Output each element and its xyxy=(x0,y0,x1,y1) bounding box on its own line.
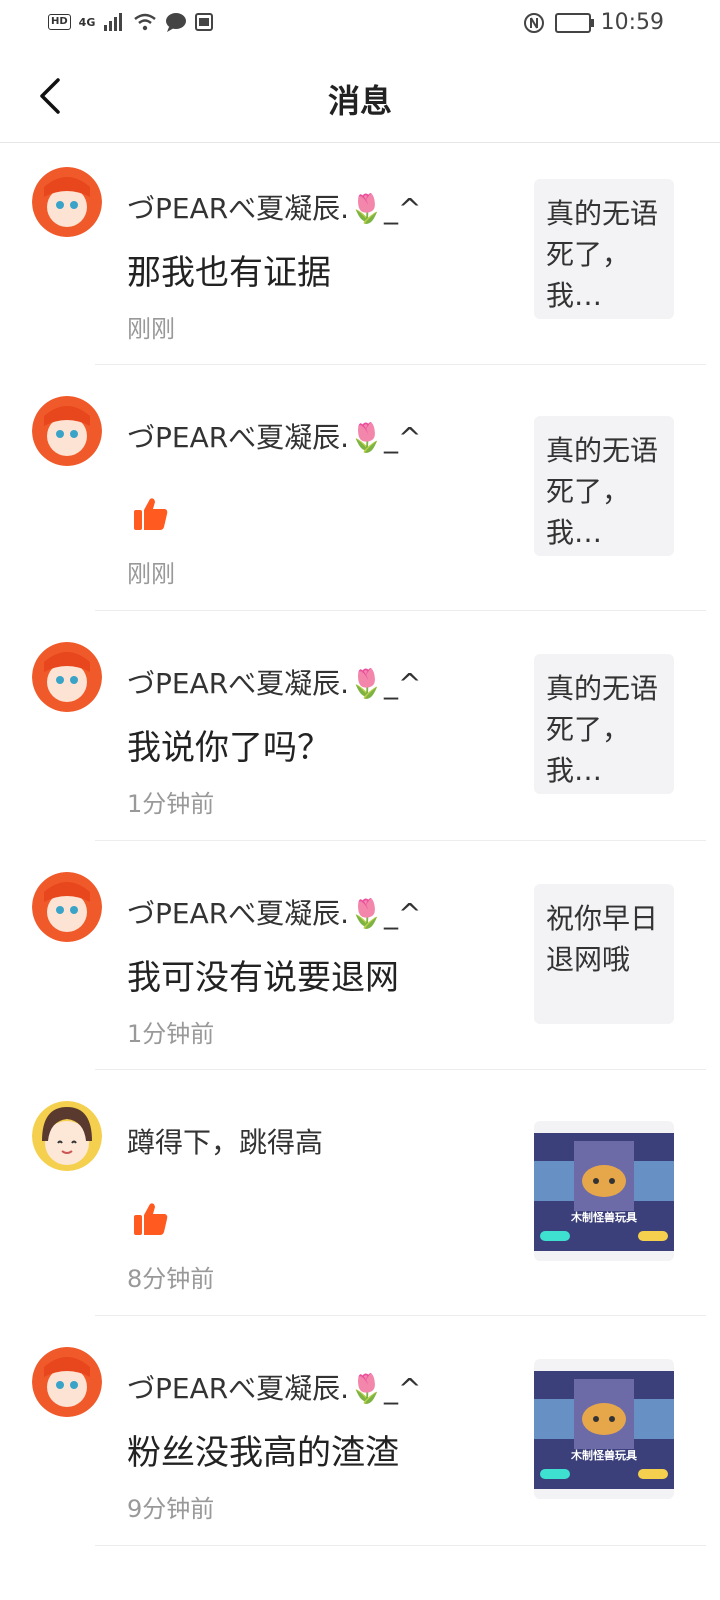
message-item[interactable]: づPEARべ夏凝辰.🌷_^ 我说你了吗？ 1分钟前 真的无语死了，我… xyxy=(0,610,720,841)
avatar[interactable] xyxy=(32,1101,102,1171)
message-item[interactable]: 蹲得下，跳得高 8分钟前 木制怪兽玩具 xyxy=(0,1069,720,1316)
quoted-post[interactable]: 真的无语死了，我… xyxy=(534,179,674,319)
nfc-icon xyxy=(523,12,544,33)
hd-badge: HD xyxy=(48,14,71,30)
network-4g: 4G xyxy=(78,15,96,29)
message-content: 我说你了吗？ xyxy=(127,728,331,768)
chat-icon xyxy=(166,13,187,32)
message-content: 那我也有证据 xyxy=(127,253,331,293)
username: づPEARべ夏凝辰.🌷_^ xyxy=(127,897,422,930)
status-bar: HD 4G 10:59 xyxy=(0,0,720,48)
message-content: 粉丝没我高的渣渣 xyxy=(127,1433,399,1473)
thumbnail-caption: 木制怪兽玩具 xyxy=(571,1449,637,1462)
battery-icon xyxy=(554,12,594,33)
username: づPEARべ夏凝辰.🌷_^ xyxy=(127,667,422,700)
clock: 10:59 xyxy=(600,10,664,35)
avatar[interactable] xyxy=(32,872,102,942)
message-time: 1分钟前 xyxy=(127,790,215,818)
message-item[interactable]: づPEARべ夏凝辰.🌷_^ 那我也有证据 刚刚 真的无语死了，我… xyxy=(0,143,720,365)
post-thumbnail[interactable]: 木制怪兽玩具 xyxy=(534,1359,674,1499)
message-time: 8分钟前 xyxy=(127,1265,215,1293)
avatar[interactable] xyxy=(32,1347,102,1417)
thumbs-up-icon xyxy=(134,498,168,530)
username: づPEARべ夏凝辰.🌷_^ xyxy=(127,192,422,225)
message-content: 我可没有说要退网 xyxy=(127,958,399,998)
app-header: 消息 xyxy=(0,48,720,143)
page-title: 消息 xyxy=(327,82,392,120)
message-time: 9分钟前 xyxy=(127,1495,215,1523)
wifi-icon xyxy=(134,13,157,31)
message-time: 1分钟前 xyxy=(127,1020,215,1048)
avatar[interactable] xyxy=(32,167,102,237)
quoted-post[interactable]: 真的无语死了，我… xyxy=(534,654,674,794)
quoted-post[interactable]: 祝你早日退网哦 xyxy=(534,884,674,1024)
post-thumbnail[interactable]: 木制怪兽玩具 xyxy=(534,1121,674,1261)
status-left: HD 4G xyxy=(48,12,214,32)
avatar[interactable] xyxy=(32,396,102,466)
message-time: 刚刚 xyxy=(127,560,175,588)
message-time: 刚刚 xyxy=(127,315,175,343)
message-item[interactable]: づPEARべ夏凝辰.🌷_^ 刚刚 真的无语死了，我… xyxy=(0,364,720,611)
message-item[interactable]: づPEARべ夏凝辰.🌷_^ 我可没有说要退网 1分钟前 祝你早日退网哦 xyxy=(0,840,720,1070)
signal-icon xyxy=(104,13,123,31)
quoted-post[interactable]: 真的无语死了，我… xyxy=(534,416,674,556)
thumbs-up-icon xyxy=(134,1203,168,1235)
username: づPEARべ夏凝辰.🌷_^ xyxy=(127,1372,422,1405)
avatar[interactable] xyxy=(32,642,102,712)
username: 蹲得下，跳得高 xyxy=(127,1126,324,1159)
thumbnail-caption: 木制怪兽玩具 xyxy=(571,1211,637,1224)
app-notification-icon xyxy=(195,13,214,31)
username: づPEARべ夏凝辰.🌷_^ xyxy=(127,421,422,454)
message-item[interactable]: づPEARべ夏凝辰.🌷_^ 粉丝没我高的渣渣 9分钟前 木制怪兽玩具 xyxy=(0,1315,720,1546)
divider xyxy=(95,1545,706,1546)
status-right: 10:59 xyxy=(523,10,664,35)
